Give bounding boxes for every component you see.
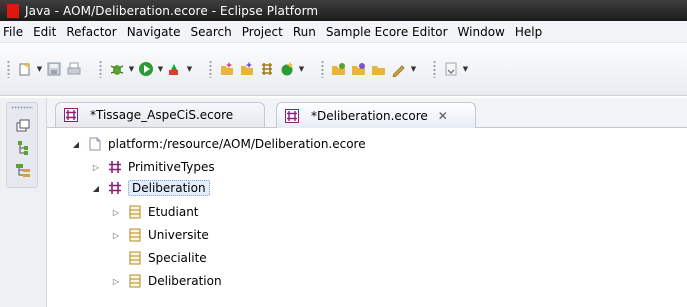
menu-project[interactable]: Project xyxy=(237,25,288,39)
toolbar-grip-3[interactable] xyxy=(209,60,212,78)
eclass-icon xyxy=(128,274,142,288)
tab-label: *Tissage_AspeCiS.ecore xyxy=(90,108,234,122)
toolbar-grip[interactable] xyxy=(7,60,10,78)
menu-help[interactable]: Help xyxy=(510,25,547,39)
tree-node-deliberation-class[interactable]: ▷ Deliberation xyxy=(111,271,222,291)
tree-node-label: PrimitiveTypes xyxy=(128,160,215,174)
expand-icon[interactable]: ▷ xyxy=(111,231,121,240)
print-icon[interactable] xyxy=(65,60,83,78)
debug-icon[interactable] xyxy=(108,60,126,78)
run-icon[interactable] xyxy=(137,60,155,78)
expand-icon[interactable]: ▷ xyxy=(111,208,121,217)
tab-tissage-aspecis[interactable]: *Tissage_AspeCiS.ecore xyxy=(55,102,265,127)
window-title-bar: Java - AOM/Deliberation.ecore - Eclipse … xyxy=(0,0,687,21)
expand-icon[interactable]: ▷ xyxy=(91,163,101,172)
tree-node-label: Deliberation xyxy=(148,274,222,288)
open-type-icon[interactable] xyxy=(330,60,348,78)
editor-tab-bar: *Tissage_AspeCiS.ecore *Deliberation.eco… xyxy=(47,98,687,128)
minimized-view-stack xyxy=(6,102,38,188)
tab-deliberation[interactable]: *Deliberation.ecore ✕ xyxy=(276,102,476,128)
debug-dropdown-arrow[interactable]: ▼ xyxy=(127,60,136,78)
left-trim-stack xyxy=(0,98,47,307)
menu-file[interactable]: File xyxy=(0,25,28,39)
restore-icon[interactable] xyxy=(15,118,31,134)
menu-run[interactable]: Run xyxy=(288,25,321,39)
menu-edit[interactable]: Edit xyxy=(28,25,61,39)
window-title: Java - AOM/Deliberation.ecore - Eclipse … xyxy=(25,3,319,18)
new-dropdown-arrow[interactable]: ▼ xyxy=(35,60,44,78)
resource-file-icon xyxy=(88,137,102,151)
tree-node-label: Specialite xyxy=(148,251,207,265)
close-icon[interactable]: ✕ xyxy=(438,109,448,123)
hierarchy-icon[interactable] xyxy=(15,162,31,178)
eclass-icon xyxy=(128,251,142,265)
menu-window[interactable]: Window xyxy=(453,25,510,39)
tree-node-label: Universite xyxy=(148,228,209,242)
tab-label: *Deliberation.ecore xyxy=(311,108,428,123)
next-annotation-icon[interactable] xyxy=(442,60,460,78)
menu-search[interactable]: Search xyxy=(186,25,237,39)
package-explorer-icon[interactable] xyxy=(15,140,31,156)
tree-node-label: Deliberation xyxy=(128,180,210,196)
edit-icon[interactable] xyxy=(390,60,408,78)
new-class-icon[interactable] xyxy=(258,60,276,78)
toolbar-grip-4[interactable] xyxy=(321,60,324,78)
tree-node-specialite[interactable]: Specialite xyxy=(111,248,207,268)
tree-node-universite[interactable]: ▷ Universite xyxy=(111,225,209,245)
expand-icon[interactable]: ▷ xyxy=(111,277,121,286)
ecore-file-icon xyxy=(285,108,299,123)
edit-dropdown-arrow[interactable]: ▼ xyxy=(409,60,418,78)
new-icon[interactable] xyxy=(16,60,34,78)
epackage-icon xyxy=(108,181,122,195)
new-java-project-icon[interactable] xyxy=(218,60,236,78)
new-icon-2[interactable] xyxy=(278,60,296,78)
tree-root-resource[interactable]: ◢ platform:/resource/AOM/Deliberation.ec… xyxy=(71,134,366,154)
tree-node-label: Etudiant xyxy=(148,205,199,219)
tree-node-etudiant[interactable]: ▷ Etudiant xyxy=(111,202,199,222)
menu-navigate[interactable]: Navigate xyxy=(122,25,186,39)
external-tools-icon[interactable] xyxy=(166,60,184,78)
next-annotation-dropdown-arrow[interactable]: ▼ xyxy=(461,60,470,78)
menu-refactor[interactable]: Refactor xyxy=(61,25,121,39)
eclass-icon xyxy=(128,228,142,242)
trim-grip[interactable] xyxy=(11,106,33,109)
run-dropdown-arrow[interactable]: ▼ xyxy=(156,60,165,78)
external-tools-dropdown-arrow[interactable]: ▼ xyxy=(185,60,194,78)
tree-node-primitivetypes[interactable]: ▷ PrimitiveTypes xyxy=(91,157,215,177)
menu-bar: File Edit Refactor Navigate Search Proje… xyxy=(0,21,687,43)
eclipse-app-icon xyxy=(7,3,19,18)
toolbar-grip-2[interactable] xyxy=(99,60,102,78)
open-task-icon[interactable] xyxy=(350,60,368,78)
tree-node-deliberation-package[interactable]: ◢ Deliberation xyxy=(91,178,210,198)
save-icon[interactable] xyxy=(45,60,63,78)
new-icon-2-dropdown-arrow[interactable]: ▼ xyxy=(297,60,306,78)
toolbar-grip-5[interactable] xyxy=(433,60,436,78)
open-resource-icon[interactable] xyxy=(370,60,388,78)
collapse-icon[interactable]: ◢ xyxy=(71,140,81,149)
menu-sample-ecore-editor[interactable]: Sample Ecore Editor xyxy=(321,25,453,39)
ecore-file-icon xyxy=(64,108,78,122)
eclass-icon xyxy=(128,205,142,219)
epackage-icon xyxy=(108,160,122,174)
collapse-icon[interactable]: ◢ xyxy=(91,184,101,193)
tree-node-label: platform:/resource/AOM/Deliberation.ecor… xyxy=(108,137,366,151)
ecore-tree-editor: ◢ platform:/resource/AOM/Deliberation.ec… xyxy=(47,128,687,307)
main-toolbar: ▼ ▼ ▼ ▼ ▼ ▼ ▼ xyxy=(0,44,687,96)
new-package-icon[interactable] xyxy=(238,60,256,78)
